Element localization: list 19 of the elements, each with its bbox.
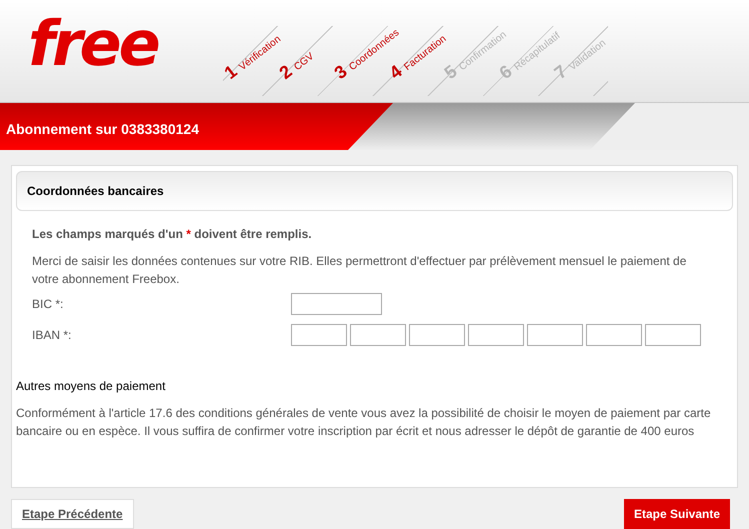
input-field[interactable]: [586, 324, 642, 346]
input-field[interactable]: [291, 324, 347, 346]
input-field[interactable]: [468, 324, 524, 346]
input-field[interactable]: [527, 324, 583, 346]
previous-step-button[interactable]: Etape Précédente: [11, 499, 134, 529]
field-label: IBAN *:: [32, 326, 72, 344]
field-label: BIC *:: [32, 296, 64, 312]
logo: free: [27, 6, 160, 82]
required-note: Les champs marqués d'un * doivent être remplis.: [32, 226, 313, 243]
payment-info-text: Conformément à l'article 17.6 des conditions générales de vente vous avez la possibilité de choisir le moyen de paiement par carte bancaire ou en espèce. Il vous suffira de confirmer votre inscription par écrit et nous adresser le dépôt de garantie de 400 euros: [16, 405, 712, 440]
input-field[interactable]: [645, 324, 701, 346]
banner-title: Abonnement sur 0383380124: [6, 121, 199, 137]
input-field[interactable]: [291, 292, 382, 314]
intro-text: Merci de saisir les données contenues sur votre RIB. Elles permettront d'effectuer par prélèvement mensuel le paiement de votre abonnement Freebox.: [32, 253, 688, 288]
next-step-button[interactable]: Etape Suivante: [624, 499, 730, 529]
section-title: Coordonnées bancaires: [27, 183, 164, 200]
input-field[interactable]: [350, 324, 406, 346]
input-field[interactable]: [409, 324, 465, 346]
section-subtitle: Autres moyens de paiement: [16, 378, 166, 395]
